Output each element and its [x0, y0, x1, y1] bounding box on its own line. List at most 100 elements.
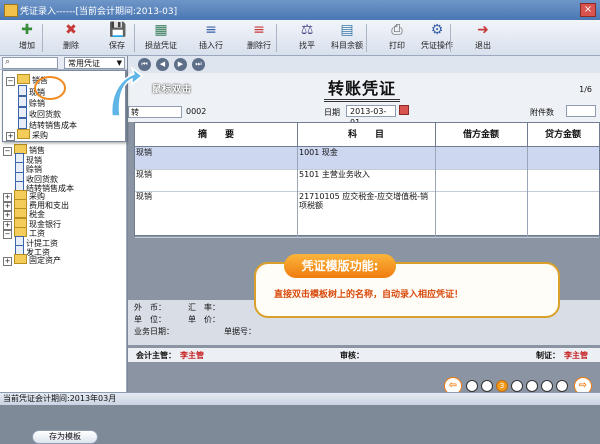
- column-header: 科 目: [297, 123, 436, 147]
- title-bar: 凭证录入------[当前会计期间:2013-03] ×: [0, 0, 600, 20]
- tree-item[interactable]: 收回货款: [18, 107, 61, 119]
- toolbar-label: 删除行: [247, 41, 271, 50]
- toolbar-separator: [366, 24, 367, 52]
- toolbar-icon: ⚙: [430, 22, 444, 38]
- column-header: 摘 要: [135, 123, 298, 147]
- status-bar: 当前凭证会计期间:2013年03月: [0, 392, 600, 405]
- toolbar-label: 科目余额: [331, 41, 363, 50]
- toolbar-button[interactable]: ≡ 删除行: [238, 22, 280, 54]
- document-icon: [18, 96, 27, 107]
- column-header: 借方金额: [435, 123, 528, 147]
- table-header: 摘 要 科 目 借方金额 贷方金额: [135, 123, 599, 147]
- toolbar-button[interactable]: ▦ 损益凭证: [140, 22, 182, 54]
- table-row[interactable]: 现销 21710105 应交税金-应交增值税-销项税额: [135, 191, 599, 238]
- currency-label: 外 币：: [134, 303, 166, 312]
- signature-row: 会计主管： 李主管 审核： 制证： 李主管: [128, 348, 600, 362]
- expand-icon[interactable]: +: [6, 132, 15, 141]
- voucher-table: 摘 要 科 目 借方金额 贷方金额 现销 1001 现金 现销 5101 主营业务收入…: [134, 122, 600, 238]
- table-cell-account[interactable]: 5101 主营业务收入: [299, 170, 433, 179]
- window-title: 凭证录入------[当前会计期间:2013-03]: [20, 7, 178, 17]
- toolbar-button[interactable]: ⚖ 找平: [286, 22, 328, 54]
- toolbar-icon: ▦: [154, 22, 168, 38]
- prev-icon[interactable]: ◀: [156, 58, 169, 71]
- collapse-icon[interactable]: −: [6, 77, 15, 86]
- expand-icon[interactable]: +: [3, 257, 12, 267]
- document-icon: [18, 118, 27, 129]
- toolbar-button[interactable]: ⚙ 凭证操作: [416, 22, 458, 54]
- toolbar-label: 退出: [475, 41, 491, 50]
- attachment-count-field[interactable]: [566, 105, 596, 117]
- table-cell-summary[interactable]: 现销: [136, 148, 294, 157]
- toolbar-label: 插入行: [199, 41, 223, 50]
- maker-name: 李主管: [564, 351, 588, 360]
- calendar-icon[interactable]: [399, 105, 409, 115]
- tree-item[interactable]: + 固定资产: [3, 254, 61, 267]
- banner-text: 直接双击模板树上的名称，自动录入相应凭证！: [274, 290, 464, 300]
- last-icon[interactable]: ⏭: [192, 58, 205, 71]
- table-cell-account[interactable]: 21710105 应交税金-应交增值税-销项税额: [299, 192, 433, 210]
- toolbar-icon: ➜: [477, 22, 489, 38]
- close-button[interactable]: ×: [580, 3, 596, 17]
- document-number-label: 单据号：: [224, 327, 256, 336]
- pager-dot[interactable]: [541, 380, 553, 392]
- banner-title: 凭证模版功能:: [284, 254, 396, 278]
- toolbar-label: 找平: [299, 41, 315, 50]
- voucher-header: 转账凭证 1/6 转 0002 日期 2013-03-01 附件数: [128, 73, 600, 127]
- table-cell-account[interactable]: 1001 现金: [299, 148, 433, 157]
- toolbar-button[interactable]: 💾 保存: [96, 22, 138, 54]
- table-row[interactable]: 现销 1001 现金: [135, 147, 599, 170]
- voucher-number: 0002: [186, 107, 207, 116]
- tree-item[interactable]: + 采购: [6, 129, 48, 141]
- voucher-area: ⏮ ◀ ▶ ⏭ 转账凭证 1/6 转 0002 日期 2013-03-01 附件…: [128, 56, 600, 392]
- search-input[interactable]: ⌕: [2, 57, 58, 69]
- toolbar-button[interactable]: ⎙ 打印: [376, 22, 418, 54]
- pager-dot-current[interactable]: 3: [496, 380, 508, 392]
- date-field[interactable]: 2013-03-01: [346, 105, 396, 127]
- toolbar-button[interactable]: ≡ 插入行: [190, 22, 232, 54]
- save-template-button[interactable]: 存为模板: [32, 430, 98, 444]
- toolbar-button[interactable]: ➜ 退出: [462, 22, 504, 54]
- document-icon: [18, 85, 27, 96]
- unit-label: 单 位：: [134, 315, 166, 324]
- toolbar-button[interactable]: ▤ 科目余额: [326, 22, 368, 54]
- toolbar-label: 增加: [19, 41, 35, 50]
- tree-item-label: 采购: [32, 131, 48, 140]
- page-indicator: 1/6: [579, 85, 592, 94]
- search-icon: ⌕: [5, 57, 11, 67]
- next-icon[interactable]: ▶: [174, 58, 187, 71]
- toolbar-separator: [276, 24, 277, 52]
- toolbar-label: 保存: [109, 41, 125, 50]
- column-divider: [435, 147, 436, 237]
- highlight-circle: [34, 76, 66, 100]
- toolbar-icon: ✚: [21, 22, 33, 38]
- maker-label: 制证：: [536, 351, 560, 360]
- collapse-icon[interactable]: −: [3, 229, 12, 239]
- pager-dot[interactable]: [466, 380, 478, 392]
- table-cell-summary[interactable]: 现销: [136, 192, 294, 201]
- attachment-label: 附件数: [530, 108, 554, 117]
- toolbar-label: 损益凭证: [145, 41, 177, 50]
- pager-dot[interactable]: [556, 380, 568, 392]
- tree-item-label: 固定资产: [29, 256, 61, 266]
- toolbar-button[interactable]: ✖ 删除: [50, 22, 92, 54]
- toolbar-icon: ⚖: [300, 22, 314, 38]
- table-cell-summary[interactable]: 现销: [136, 170, 294, 179]
- tree-item[interactable]: 结转销售成本: [18, 118, 77, 130]
- business-date-label: 业务日期：: [134, 327, 174, 336]
- toolbar-separator: [134, 24, 135, 52]
- collapse-icon[interactable]: −: [3, 147, 12, 156]
- document-icon: [18, 107, 27, 118]
- toolbar-label: 凭证操作: [421, 41, 453, 50]
- supervisor-name: 李主管: [180, 351, 204, 360]
- column-divider: [297, 147, 298, 237]
- date-label: 日期: [324, 108, 340, 117]
- toolbar-label: 删除: [63, 41, 79, 50]
- pager-dot[interactable]: [511, 380, 523, 392]
- price-label: 单 价：: [188, 315, 220, 324]
- column-divider: [527, 147, 528, 237]
- table-row[interactable]: 现销 5101 主营业务收入: [135, 169, 599, 192]
- pager-dot[interactable]: [526, 380, 538, 392]
- pager-dot[interactable]: [481, 380, 493, 392]
- toolbar: ✚ 增加 ✖ 删除 💾 保存 ▦ 损益凭证 ≡ 插入行 ≡ 删除行 ⚖ 找平 ▤ 科目余额 ⎙ 打印 ⚙ 凭证操作 ➜ 退…: [0, 20, 600, 56]
- toolbar-icon: 💾: [109, 22, 127, 38]
